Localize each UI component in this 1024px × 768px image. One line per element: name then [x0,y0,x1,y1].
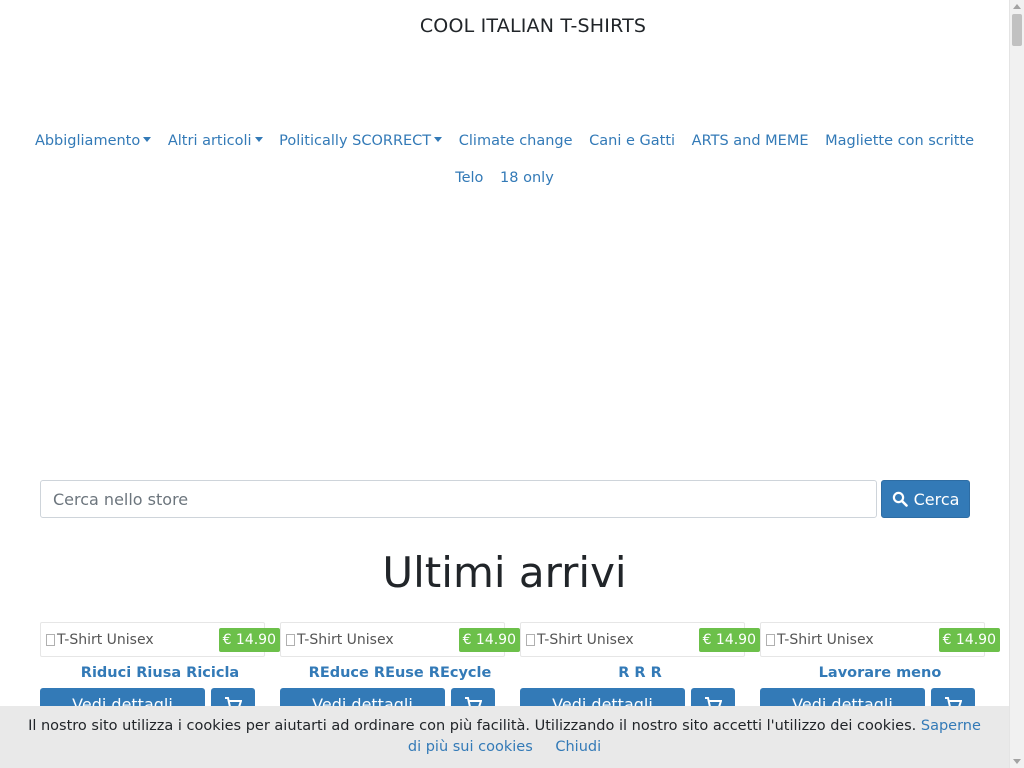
product-title[interactable]: R R R [520,665,745,681]
product-image-alt-text: T-Shirt Unisex [777,632,874,648]
product-image-alt-text: T-Shirt Unisex [57,632,154,648]
nav-item-telo[interactable]: Telo [455,170,483,186]
caret-down-icon [434,137,443,142]
nav-item-magliette-con-scritte[interactable]: Magliette con scritte [825,133,974,149]
product-image-alt-text: T-Shirt Unisex [297,632,394,648]
search-button[interactable]: Cerca [881,480,970,518]
cookie-message: Il nostro sito utilizza i cookies per ai… [28,718,917,734]
nav-item-18-only[interactable]: 18 only [500,170,554,186]
product-image-alt: T-Shirt Unisex [766,632,874,648]
broken-image-icon [766,634,775,646]
main-nav-row-2: Telo 18 only [0,170,1009,186]
nav-item-arts-and-meme[interactable]: ARTS and MEME [692,133,809,149]
product-image[interactable]: T-Shirt Unisex € 14.90 [520,622,760,657]
scroll-down-arrow-icon[interactable] [1013,759,1021,764]
product-image-alt: T-Shirt Unisex [286,632,394,648]
caret-down-icon [254,137,263,142]
main-nav-row-1: Abbigliamento Altri articoli Politically… [0,133,1009,149]
price-badge: € 14.90 [458,628,520,652]
nav-item-label: Altri articoli [167,133,252,149]
product-image[interactable]: T-Shirt Unisex € 14.90 [280,622,520,657]
scrollbar-thumb[interactable] [1012,14,1022,46]
nav-item-label: Abbigliamento [34,133,141,149]
nav-item-altri-articoli[interactable]: Altri articoli [168,133,263,149]
product-title[interactable]: Lavorare meno [760,665,985,681]
nav-item-politically-scorrect[interactable]: Politically SCORRECT [279,133,443,149]
nav-item-label: Politically SCORRECT [279,133,432,149]
search-button-label: Cerca [913,489,960,509]
price-badge: € 14.90 [698,628,760,652]
product-image-alt: T-Shirt Unisex [46,632,154,648]
product-image-alt-text: T-Shirt Unisex [537,632,634,648]
page-scrollbar[interactable] [1009,0,1024,768]
product-image-alt: T-Shirt Unisex [526,632,634,648]
broken-image-icon [286,634,295,646]
nav-item-climate-change[interactable]: Climate change [459,133,573,149]
site-brand[interactable]: COOL ITALIAN T-SHIRTS [0,15,1024,37]
product-image[interactable]: T-Shirt Unisex € 14.90 [760,622,1000,657]
product-title[interactable]: REduce REuse REcycle [280,665,505,681]
broken-image-icon [46,634,55,646]
cookie-consent-bar: Il nostro sito utilizza i cookies per ai… [0,706,1009,768]
section-title: Ultimi arrivi [382,548,627,597]
cookie-close-link[interactable]: Chiudi [555,739,601,755]
broken-image-icon [526,634,535,646]
product-image[interactable]: T-Shirt Unisex € 14.90 [40,622,280,657]
caret-down-icon [143,137,152,142]
search-icon [892,491,908,507]
nav-item-cani-e-gatti[interactable]: Cani e Gatti [589,133,675,149]
scroll-up-arrow-icon[interactable] [1013,4,1021,9]
price-badge: € 14.90 [938,628,1000,652]
search-input[interactable] [40,480,877,518]
product-title[interactable]: Riduci Riusa Ricicla [40,665,265,681]
nav-item-abbigliamento[interactable]: Abbigliamento [34,133,152,149]
price-badge: € 14.90 [218,628,280,652]
